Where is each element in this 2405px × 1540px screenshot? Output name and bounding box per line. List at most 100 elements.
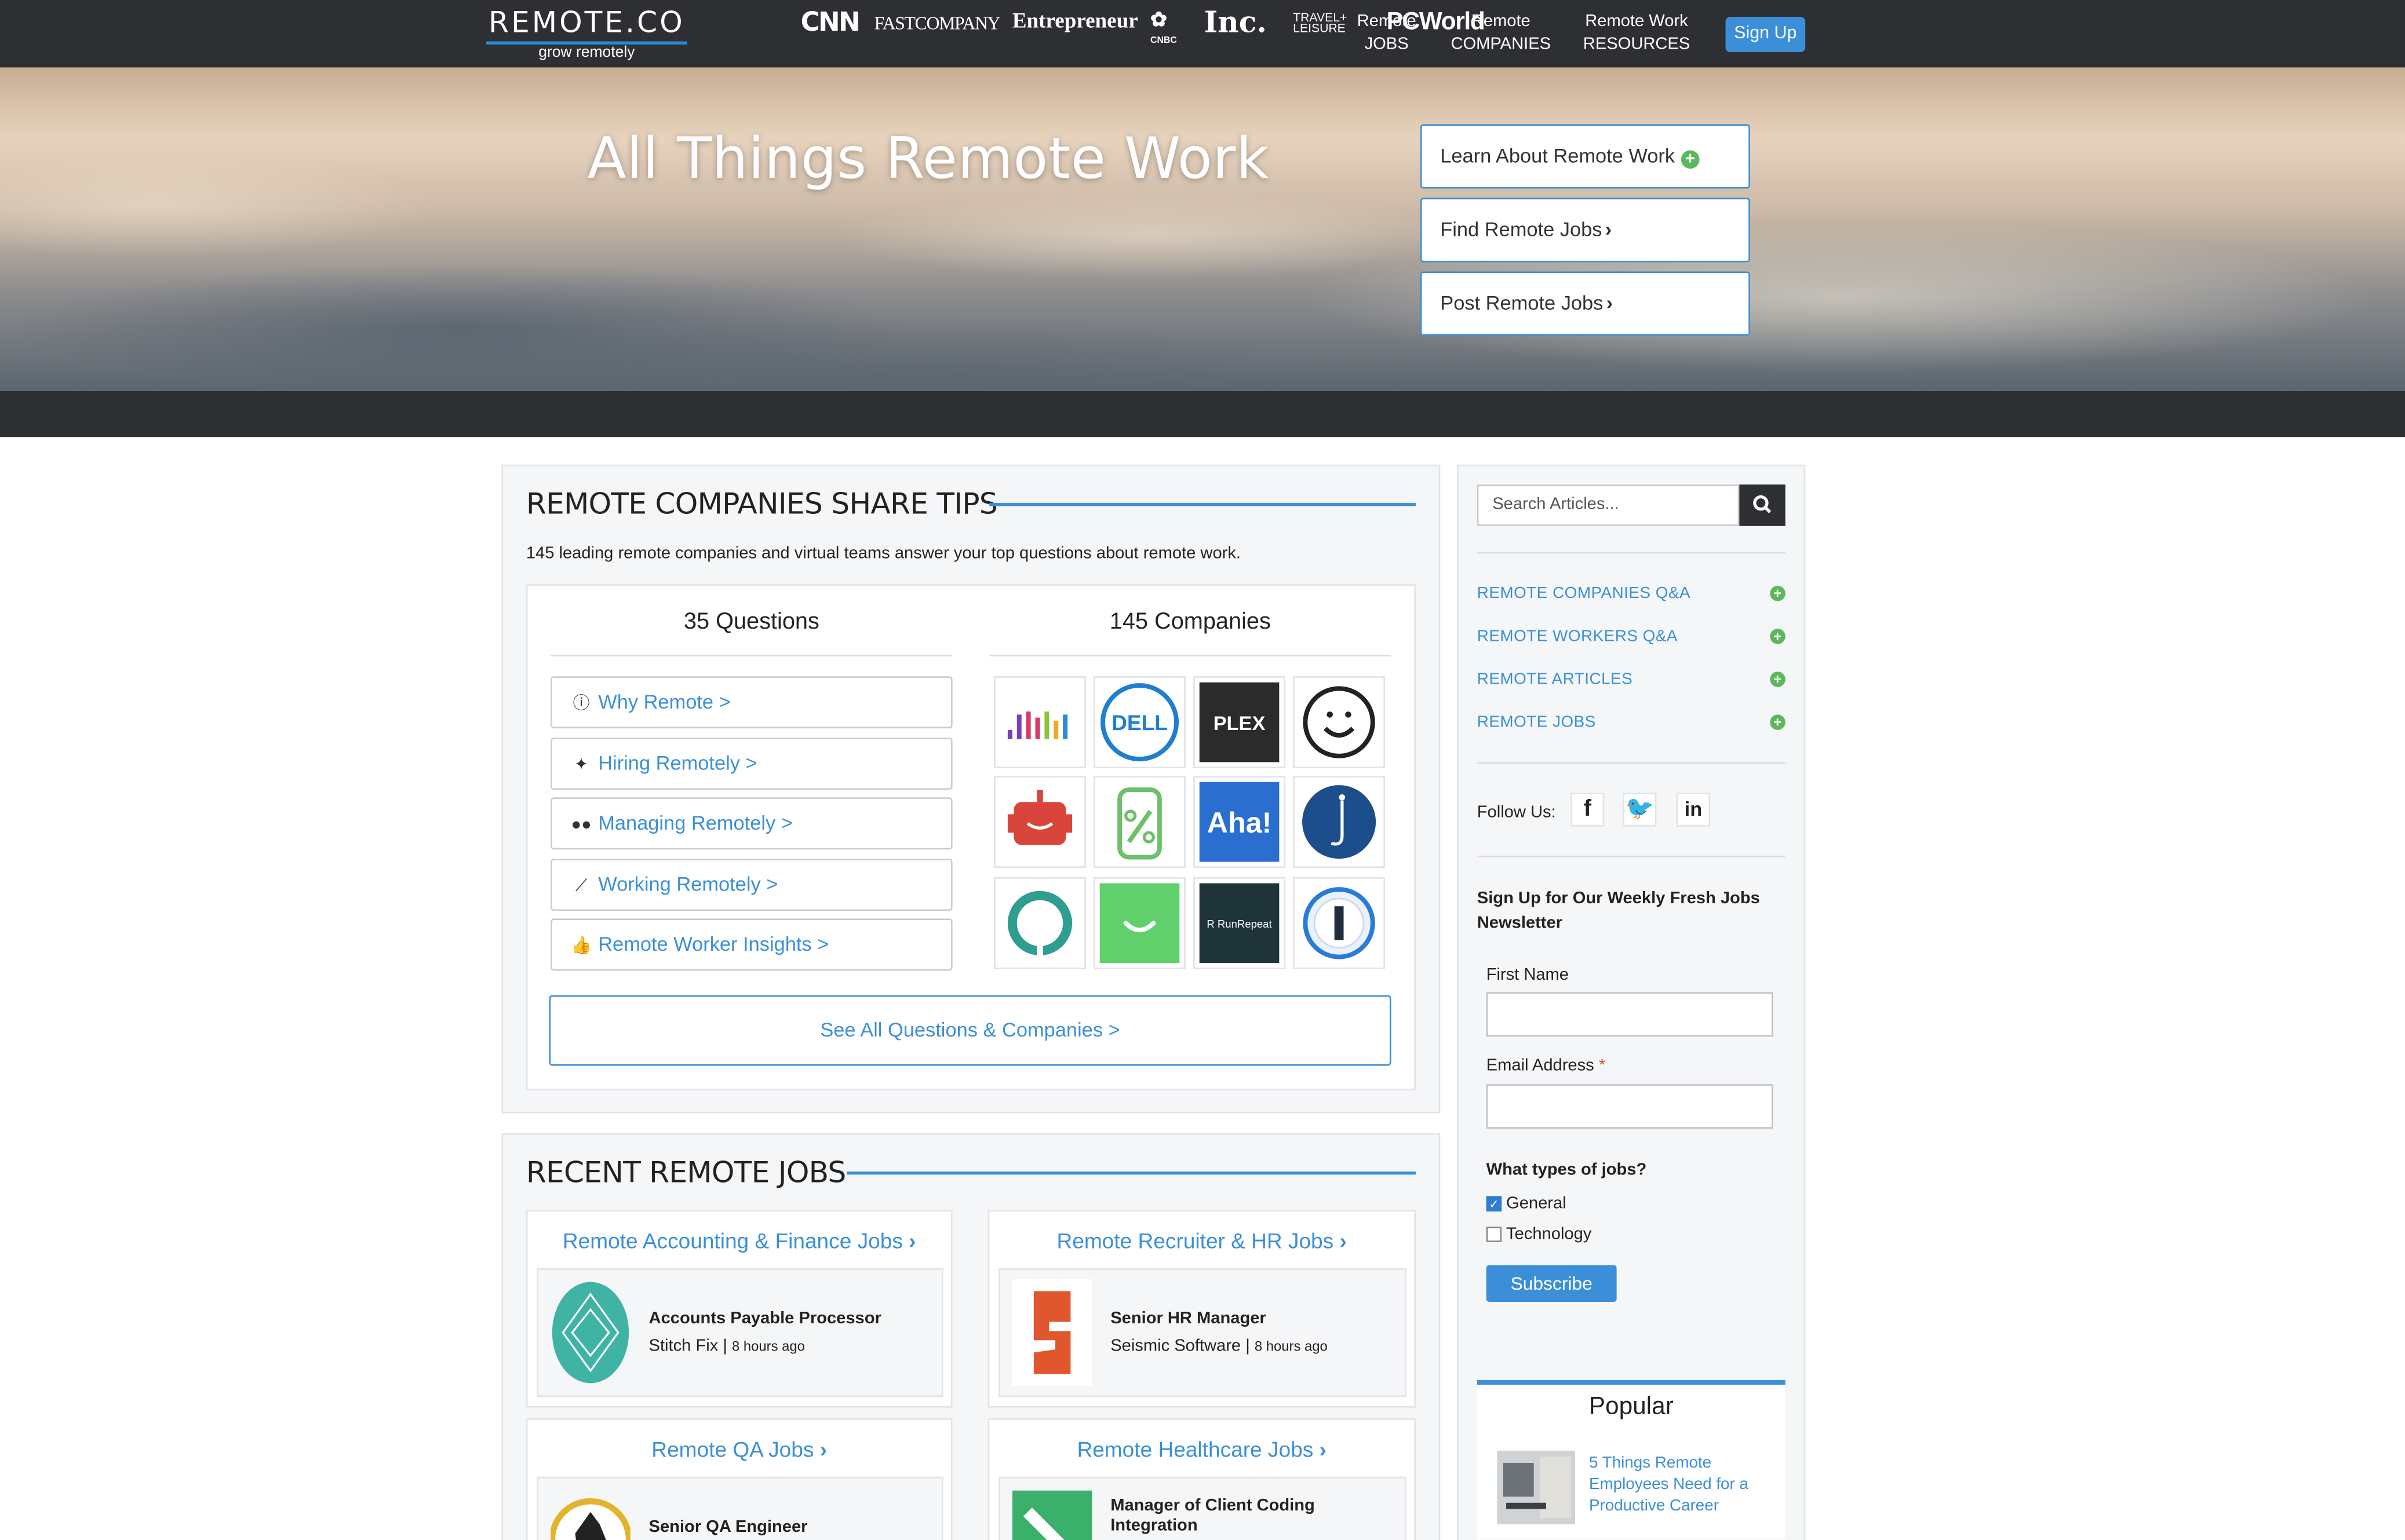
job-category-link[interactable]: Remote QA Jobs ›: [527, 1437, 950, 1461]
fastcompany-logo: FASTCOMPANY: [874, 12, 1001, 34]
job-listing[interactable]: Accounts Payable Processor Stitch Fix | …: [537, 1268, 943, 1397]
1password-logo-icon: [1303, 887, 1375, 959]
ring-logo-icon: [1007, 891, 1073, 962]
sidebar-link-companies-qa[interactable]: REMOTE COMPANIES Q&A +: [1477, 584, 1785, 603]
follow-us-label: Follow Us:: [1477, 803, 1556, 822]
technology-label: Technology: [1506, 1225, 1592, 1244]
healthcare-company-logo-icon: [1012, 1490, 1092, 1540]
sidebar-link-jobs[interactable]: REMOTE JOBS +: [1477, 713, 1785, 732]
company-logo[interactable]: R RunRepeat: [1193, 877, 1285, 969]
job-category-link[interactable]: Remote Accounting & Finance Jobs ›: [527, 1228, 950, 1253]
job-listing[interactable]: Senior HR Manager Seismic Software | 8 h…: [999, 1268, 1407, 1397]
chevron-right-icon: ›: [1339, 1228, 1347, 1253]
plus-circle-icon: +: [1770, 672, 1785, 687]
post-remote-jobs-button[interactable]: Post Remote Jobs ›: [1420, 271, 1750, 336]
company-logo[interactable]: [1094, 877, 1186, 969]
company-name: Stitch Fix: [648, 1337, 719, 1356]
category-label: Remote Healthcare Jobs: [1077, 1436, 1314, 1462]
recent-jobs-heading: RECENT REMOTE JOBS: [526, 1156, 847, 1190]
cnn-logo: CNN: [800, 8, 861, 39]
newsletter-heading: Sign Up for Our Weekly Fresh Jobs Newsle…: [1477, 889, 1760, 933]
top-navbar: [0, 0, 2405, 68]
logo-tagline: grow remotely: [538, 44, 635, 61]
company-logo[interactable]: PLEX: [1193, 676, 1285, 768]
nav-line2: RESOURCES: [1583, 35, 1690, 54]
link-label: REMOTE WORKERS Q&A: [1477, 627, 1678, 646]
question-label: Hiring Remotely >: [598, 751, 757, 775]
company-logo[interactable]: DELL: [1094, 676, 1186, 768]
bars-logo-icon: [1007, 711, 1068, 739]
subscribe-button[interactable]: Subscribe: [1486, 1265, 1617, 1302]
company-logo[interactable]: [1293, 776, 1385, 868]
j-logo-icon: [1302, 785, 1376, 859]
job-listing[interactable]: Manager of Client Coding Integration: [999, 1476, 1407, 1540]
hiring-remotely-button[interactable]: ✦ Hiring Remotely >: [551, 738, 953, 790]
search-button[interactable]: [1739, 484, 1785, 526]
general-checkbox[interactable]: ✓: [1486, 1196, 1502, 1211]
divider: [551, 655, 953, 656]
job-category-link[interactable]: Remote Healthcare Jobs ›: [989, 1437, 1414, 1461]
site-logo[interactable]: REMOTE.CO grow remotely: [483, 6, 690, 63]
job-title: Senior QA Engineer: [648, 1518, 808, 1537]
company-logo[interactable]: [994, 776, 1086, 868]
working-remotely-button[interactable]: ⟋ Working Remotely >: [551, 859, 953, 911]
question-label: Remote Worker Insights >: [598, 932, 829, 955]
heading-rule: [846, 1172, 1416, 1175]
link-label: REMOTE JOBS: [1477, 713, 1596, 732]
divider: [989, 655, 1391, 656]
nav-line2: COMPANIES: [1451, 35, 1551, 54]
question-label: Managing Remotely >: [598, 811, 793, 834]
linkedin-icon[interactable]: in: [1676, 793, 1711, 827]
pcworld-logo: PCWorld: [1386, 9, 1485, 35]
company-logo[interactable]: [994, 676, 1086, 768]
nav-remote-work-resources[interactable]: Remote Work RESOURCES: [1575, 11, 1698, 57]
job-listing[interactable]: Senior QA Engineer: [537, 1476, 943, 1540]
why-remote-button[interactable]: ⓘ Why Remote >: [551, 676, 953, 729]
job-company: Seismic Software | 8 hours ago: [1110, 1337, 1328, 1356]
popular-article-thumbnail[interactable]: [1497, 1450, 1576, 1524]
question-label: Why Remote >: [598, 690, 731, 713]
smiley-logo-icon: [1303, 686, 1375, 758]
cnbc-logo: ✿ CNBC: [1150, 8, 1177, 46]
qa-company-logo-icon: [551, 1498, 631, 1540]
facebook-icon[interactable]: f: [1570, 793, 1605, 827]
search-input[interactable]: Search Articles...: [1477, 484, 1740, 526]
info-icon: ⓘ: [573, 694, 590, 713]
company-logo[interactable]: [1094, 776, 1186, 868]
sign-up-button[interactable]: Sign Up: [1725, 17, 1806, 52]
questions-heading: 35 Questions: [683, 608, 819, 635]
popular-article-link[interactable]: 5 Things Remote Employees Need for a Pro…: [1589, 1452, 1773, 1516]
company-logo[interactable]: [994, 877, 1086, 969]
job-category-link[interactable]: Remote Recruiter & HR Jobs ›: [989, 1228, 1414, 1253]
sidebar-link-workers-qa[interactable]: REMOTE WORKERS Q&A +: [1477, 627, 1785, 646]
email-input[interactable]: [1486, 1084, 1773, 1129]
technology-checkbox[interactable]: [1486, 1227, 1502, 1242]
tips-intro: 145 leading remote companies and virtual…: [526, 544, 1241, 563]
sidebar-link-articles[interactable]: REMOTE ARTICLES +: [1477, 670, 1785, 688]
divider: [1477, 855, 1785, 857]
smile-logo-icon: [1099, 883, 1180, 964]
learn-about-remote-work-button[interactable]: Learn About Remote Work +: [1420, 124, 1750, 189]
required-asterisk: *: [1598, 1056, 1606, 1075]
chevron-right-icon: ›: [1605, 217, 1612, 241]
find-remote-jobs-button[interactable]: Find Remote Jobs ›: [1420, 198, 1750, 262]
plus-circle-icon: +: [1770, 714, 1785, 730]
see-all-questions-button[interactable]: See All Questions & Companies >: [549, 995, 1391, 1066]
remote-worker-insights-button[interactable]: 👍 Remote Worker Insights >: [551, 918, 953, 971]
job-card-accounting: Remote Accounting & Finance Jobs › Accou…: [526, 1210, 953, 1408]
twitter-icon[interactable]: 🐦: [1623, 793, 1657, 827]
search-icon: [1753, 495, 1772, 513]
email-label: Email Address *: [1486, 1057, 1606, 1075]
company-logo[interactable]: Aha!: [1193, 776, 1285, 868]
chevron-right-icon: ›: [1319, 1436, 1327, 1462]
heading-rule: [989, 503, 1416, 506]
job-card-hr: Remote Recruiter & HR Jobs › Senior HR M…: [987, 1210, 1416, 1408]
chevron-right-icon: ›: [1606, 291, 1613, 315]
chart-icon: ⟋: [575, 877, 588, 896]
person-icon: ✦: [574, 756, 589, 775]
company-logo[interactable]: [1293, 877, 1385, 969]
first-name-input[interactable]: [1486, 992, 1773, 1037]
managing-remotely-button[interactable]: ●● Managing Remotely >: [551, 797, 953, 850]
company-logo[interactable]: [1293, 676, 1385, 768]
category-label: Remote Accounting & Finance Jobs: [562, 1228, 903, 1253]
